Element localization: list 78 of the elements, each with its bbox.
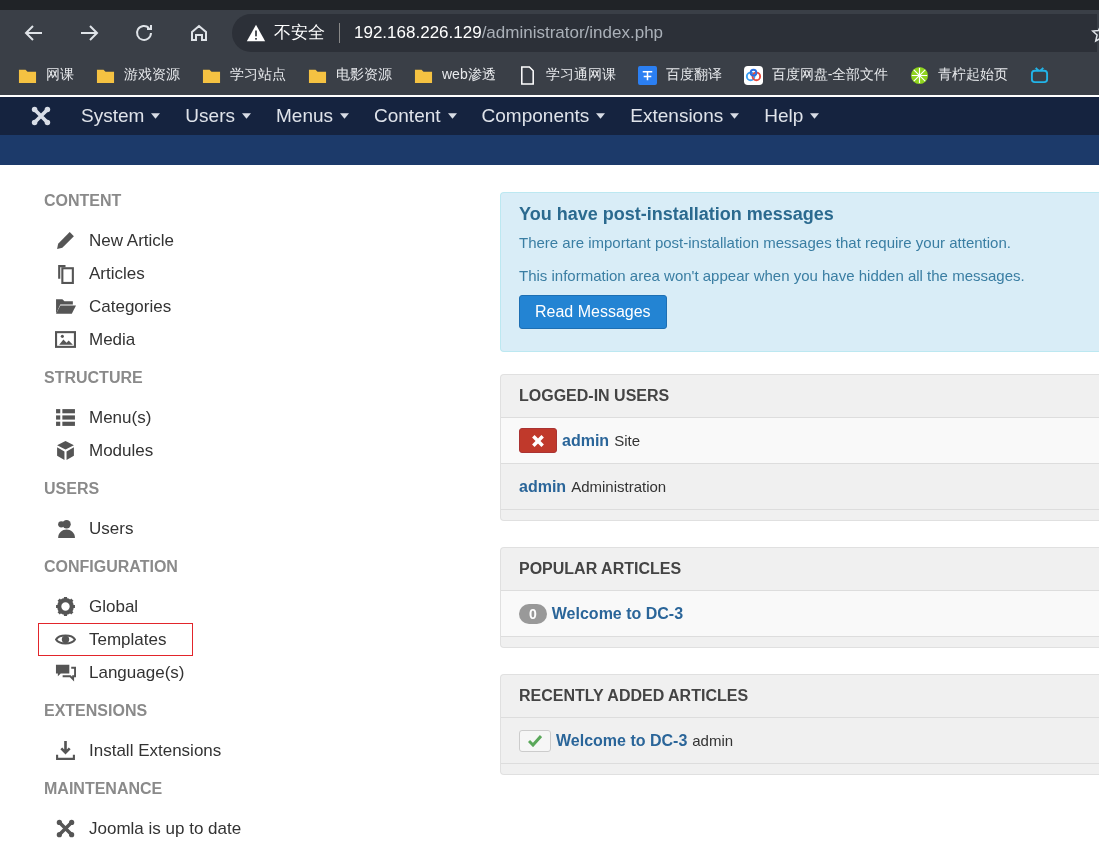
sidebar-link[interactable]: Joomla is up to date: [38, 812, 265, 845]
translate-icon: [637, 65, 657, 85]
url-text: 192.168.226.129/administrator/index.php: [354, 22, 664, 43]
bookmark[interactable]: 学习通网课: [517, 65, 616, 85]
security-label: 不安全: [274, 22, 325, 44]
sidebar-link[interactable]: Templates: [38, 623, 193, 656]
bookmark[interactable]: 电影资源: [308, 65, 392, 85]
cube-icon: [55, 440, 76, 461]
user-link[interactable]: admin: [562, 431, 610, 450]
bookmark[interactable]: 游戏资源: [96, 65, 180, 85]
close-icon: [531, 433, 545, 448]
menu-dropdown[interactable]: Help: [764, 105, 820, 127]
sidebar-link[interactable]: Global: [38, 590, 193, 623]
section-heading: CONTENT: [43, 192, 123, 211]
image-icon: [55, 329, 76, 350]
users-icon: [55, 518, 76, 539]
panel-heading: RECENTLY ADDED ARTICLES: [501, 675, 1099, 718]
alert-title: You have post-installation messages: [519, 204, 835, 225]
menu-dropdown[interactable]: Components: [481, 105, 606, 127]
bookmark[interactable]: 网课: [18, 65, 74, 85]
caret-icon: [596, 113, 606, 119]
bookmark[interactable]: web渗透: [414, 65, 496, 85]
user-link[interactable]: admin: [519, 477, 567, 496]
menu-dropdown[interactable]: Menus: [276, 105, 349, 127]
sidebar-link[interactable]: Modules: [38, 434, 193, 467]
joomla-logo-icon[interactable]: [30, 105, 52, 127]
menu-dropdown[interactable]: System: [81, 105, 161, 127]
sidebar-link[interactable]: Install Extensions: [38, 734, 245, 767]
caret-icon: [340, 113, 349, 119]
article-link[interactable]: Welcome to DC-3: [556, 731, 688, 750]
section-heading: CONFIGURATION: [43, 558, 179, 577]
section-heading: MAINTENANCE: [43, 780, 164, 799]
bookmark[interactable]: 学习站点: [202, 65, 286, 85]
tv-icon: [1030, 65, 1050, 85]
logout-button[interactable]: [519, 428, 557, 453]
sidebar-link[interactable]: Language(s): [38, 656, 208, 689]
cloud-icon: [743, 65, 763, 85]
check-icon: [528, 734, 542, 747]
read-messages-button[interactable]: Read Messages: [519, 295, 667, 329]
caret-icon: [151, 113, 161, 119]
caret-icon: [730, 113, 740, 119]
bookmark[interactable]: 百度翻译: [637, 65, 722, 85]
menu-dropdown[interactable]: Extensions: [630, 105, 740, 127]
author-label: admin: [692, 732, 734, 749]
bookmark[interactable]: 青柠起始页: [910, 65, 1009, 85]
caret-icon: [447, 113, 457, 119]
pencil-icon: [55, 230, 76, 251]
caret-icon: [810, 113, 820, 119]
section-heading: STRUCTURE: [43, 369, 144, 388]
bookmark[interactable]: [1030, 65, 1050, 85]
lime-icon: [910, 65, 930, 85]
sidebar-link[interactable]: Media: [38, 323, 193, 356]
sidebar-link[interactable]: Menu(s): [38, 401, 193, 434]
copy-icon: [55, 263, 76, 284]
settings-icon: [55, 596, 76, 617]
menu-dropdown[interactable]: Content: [374, 105, 457, 127]
download-icon: [55, 740, 76, 761]
client-label: Administration: [571, 478, 667, 495]
sidebar-link[interactable]: Users: [38, 512, 193, 545]
list-icon: [55, 407, 76, 428]
section-heading: EXTENSIONS: [43, 702, 149, 721]
sidebar-link[interactable]: Categories: [38, 290, 195, 323]
article-link[interactable]: Welcome to DC-3: [551, 604, 684, 623]
alert-text: There are important post-installation messages that require your attention.: [519, 234, 1012, 251]
section-heading: USERS: [43, 480, 101, 499]
alert-text: This information area won't appear when you have hidden all the messages.: [519, 267, 1026, 284]
hits-badge: 0: [519, 603, 547, 624]
sidebar-link[interactable]: New Article: [38, 224, 198, 257]
bookmark[interactable]: 百度网盘-全部文件: [743, 65, 889, 85]
folder-icon: [55, 296, 76, 317]
joomla-icon: [55, 818, 76, 839]
published-toggle[interactable]: [519, 729, 551, 752]
sidebar-link[interactable]: Articles: [38, 257, 193, 290]
address-bar[interactable]: 不安全 192.168.226.129/administrator/index.php: [232, 13, 1097, 52]
chat-icon: [55, 662, 76, 683]
client-label: Site: [614, 432, 640, 449]
caret-icon: [242, 113, 251, 119]
menu-dropdown[interactable]: Users: [185, 105, 251, 127]
